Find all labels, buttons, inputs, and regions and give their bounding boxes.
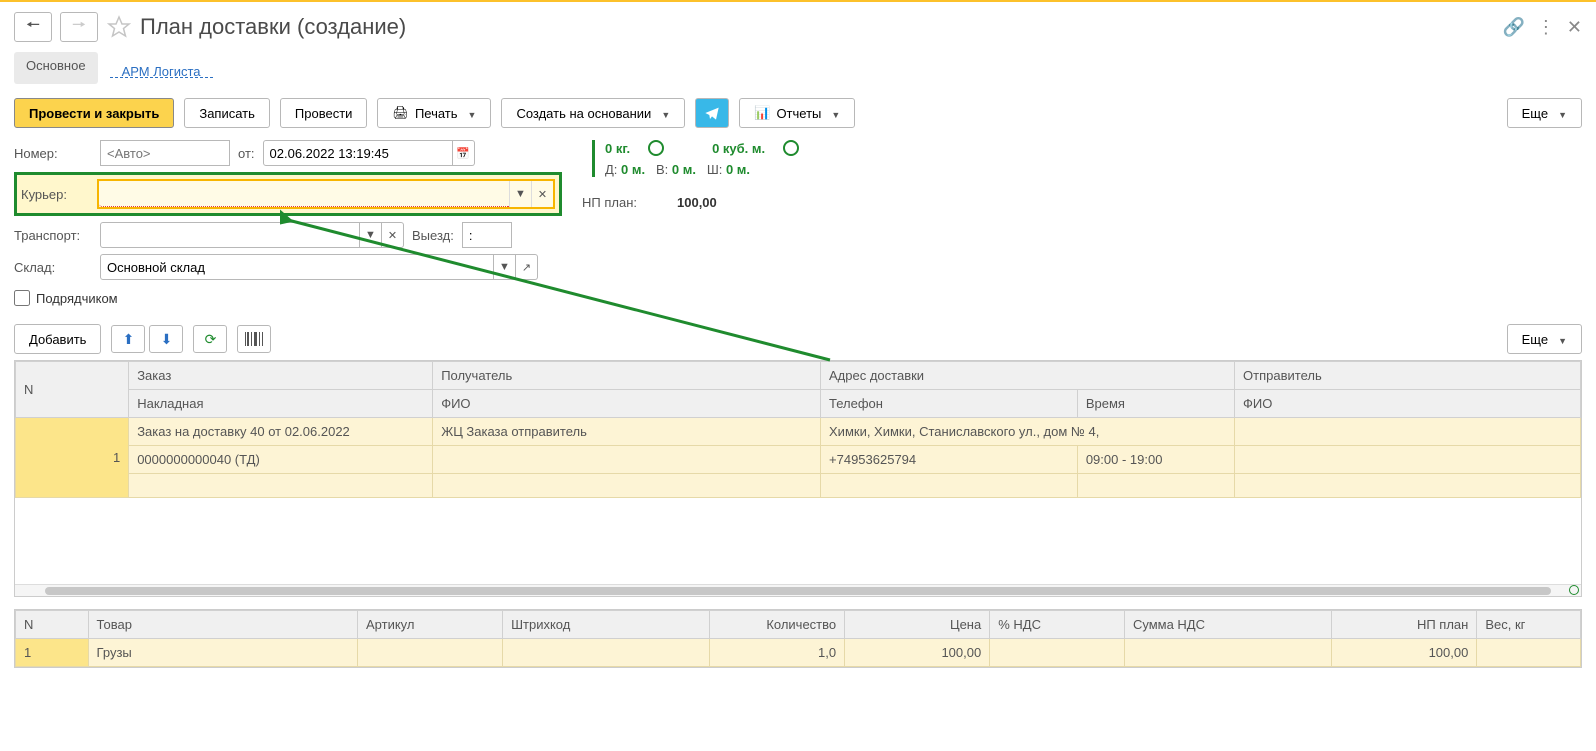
number-label: Номер: <box>14 146 92 161</box>
col-n[interactable]: N <box>16 611 89 639</box>
col-time[interactable]: Время <box>1077 390 1234 418</box>
warehouse-input[interactable] <box>100 254 494 280</box>
favorite-star-icon[interactable] <box>106 14 132 40</box>
col-recipient[interactable]: Получатель <box>433 362 821 390</box>
col-address[interactable]: Адрес доставки <box>821 362 1235 390</box>
horizontal-scrollbar[interactable] <box>15 584 1581 596</box>
chevron-down-icon <box>464 106 477 121</box>
command-toolbar: Провести и закрыть Записать Провести 🖨 П… <box>14 98 1582 128</box>
table-row[interactable]: 1 Грузы 1,0 100,00 100,00 <box>16 639 1581 667</box>
table-row[interactable]: 0000000000040 (ТД) +74953625794 09:00 - … <box>16 446 1581 474</box>
stats-panel: 0 кг. 0 куб. м. Д: 0 м. В: 0 м. Ш: 0 м. <box>592 140 799 177</box>
nav-back-button[interactable]: 🠔 <box>14 12 52 42</box>
dropdown-icon[interactable]: ▼ <box>509 181 531 207</box>
calendar-icon[interactable]: 📅 <box>453 140 475 166</box>
transport-label: Транспорт: <box>14 228 92 243</box>
courier-label: Курьер: <box>21 187 89 202</box>
departure-input[interactable] <box>462 222 512 248</box>
col-weight[interactable]: Вес, кг <box>1477 611 1581 639</box>
print-button[interactable]: 🖨 Печать <box>377 98 491 128</box>
col-barcode[interactable]: Штрихкод <box>503 611 710 639</box>
dimensions: Д: 0 м. В: 0 м. Ш: 0 м. <box>605 162 799 177</box>
chart-icon: 📊 <box>754 105 770 121</box>
courier-input[interactable] <box>99 181 509 207</box>
volume-value: 0 куб. м. <box>712 141 765 156</box>
date-input[interactable] <box>263 140 453 166</box>
contractor-checkbox[interactable] <box>14 290 30 306</box>
header-bar: 🠔 🠖 План доставки (создание) 🔗 ⋮ ✕ <box>14 4 1582 48</box>
kebab-menu-icon[interactable]: ⋮ <box>1537 17 1555 38</box>
post-button[interactable]: Провести <box>280 98 368 128</box>
np-plan-value: 100,00 <box>677 195 717 210</box>
col-vat[interactable]: % НДС <box>990 611 1125 639</box>
clear-icon[interactable]: ✕ <box>382 222 404 248</box>
col-fio2[interactable]: ФИО <box>1235 390 1581 418</box>
table-row[interactable] <box>16 474 1581 498</box>
move-down-button[interactable]: ⬇ <box>149 325 183 353</box>
chevron-down-icon <box>657 106 670 121</box>
col-order[interactable]: Заказ <box>129 362 433 390</box>
col-product[interactable]: Товар <box>88 611 357 639</box>
col-sender[interactable]: Отправитель <box>1235 362 1581 390</box>
col-vat-sum[interactable]: Сумма НДС <box>1124 611 1331 639</box>
warehouse-label: Склад: <box>14 260 92 275</box>
col-qty[interactable]: Количество <box>710 611 845 639</box>
dropdown-icon[interactable]: ▼ <box>494 254 516 280</box>
col-n[interactable]: N <box>16 362 129 418</box>
telegram-button[interactable] <box>695 98 729 128</box>
volume-indicator-icon <box>783 140 799 156</box>
table-row[interactable]: 1 Заказ на доставку 40 от 02.06.2022 ЖЦ … <box>16 418 1581 446</box>
create-based-on-button[interactable]: Создать на основании <box>501 98 685 128</box>
close-icon[interactable]: ✕ <box>1567 17 1582 38</box>
add-row-button[interactable]: Добавить <box>14 324 101 354</box>
link-icon[interactable]: 🔗 <box>1502 17 1524 38</box>
col-invoice[interactable]: Накладная <box>129 390 433 418</box>
nav-forward-button: 🠖 <box>60 12 98 42</box>
tabs: Основное АРМ Логиста <box>14 52 1582 84</box>
clear-icon[interactable]: ✕ <box>531 181 553 207</box>
open-icon[interactable]: ↗ <box>516 254 538 280</box>
weight-value: 0 кг. <box>605 141 630 156</box>
tab-arm-logist[interactable]: АРМ Логиста <box>110 58 213 78</box>
refresh-button[interactable]: ⟳ <box>193 325 227 353</box>
contractor-label: Подрядчиком <box>36 291 118 306</box>
table-toolbar: Добавить ⬆ ⬇ ⟳ Еще <box>14 324 1582 354</box>
col-price[interactable]: Цена <box>845 611 990 639</box>
courier-field-highlight: Курьер: ▼ ✕ <box>14 172 562 216</box>
move-up-button[interactable]: ⬆ <box>111 325 145 353</box>
departure-label: Выезд: <box>412 228 454 243</box>
orders-table: N Заказ Получатель Адрес доставки Отправ… <box>14 360 1582 597</box>
chevron-down-icon <box>1554 106 1567 121</box>
number-input[interactable] <box>100 140 230 166</box>
col-fio[interactable]: ФИО <box>433 390 821 418</box>
transport-input[interactable] <box>100 222 360 248</box>
table-more-button[interactable]: Еще <box>1507 324 1582 354</box>
weight-indicator-icon <box>648 140 664 156</box>
printer-icon: 🖨 <box>392 105 409 121</box>
chevron-down-icon <box>1554 332 1567 347</box>
goods-table: N Товар Артикул Штрихкод Количество Цена… <box>14 609 1582 668</box>
dropdown-icon[interactable]: ▼ <box>360 222 382 248</box>
post-and-close-button[interactable]: Провести и закрыть <box>14 98 174 128</box>
date-label: от: <box>238 146 255 161</box>
col-np-plan[interactable]: НП план <box>1332 611 1477 639</box>
col-phone[interactable]: Телефон <box>821 390 1078 418</box>
save-button[interactable]: Записать <box>184 98 270 128</box>
tab-main[interactable]: Основное <box>14 52 98 84</box>
np-plan-label: НП план: <box>582 195 637 210</box>
col-article[interactable]: Артикул <box>358 611 503 639</box>
chevron-down-icon <box>827 106 840 121</box>
page-title: План доставки (создание) <box>140 14 406 40</box>
more-button[interactable]: Еще <box>1507 98 1582 128</box>
reports-button[interactable]: 📊 Отчеты <box>739 98 855 128</box>
barcode-button[interactable] <box>237 325 271 353</box>
